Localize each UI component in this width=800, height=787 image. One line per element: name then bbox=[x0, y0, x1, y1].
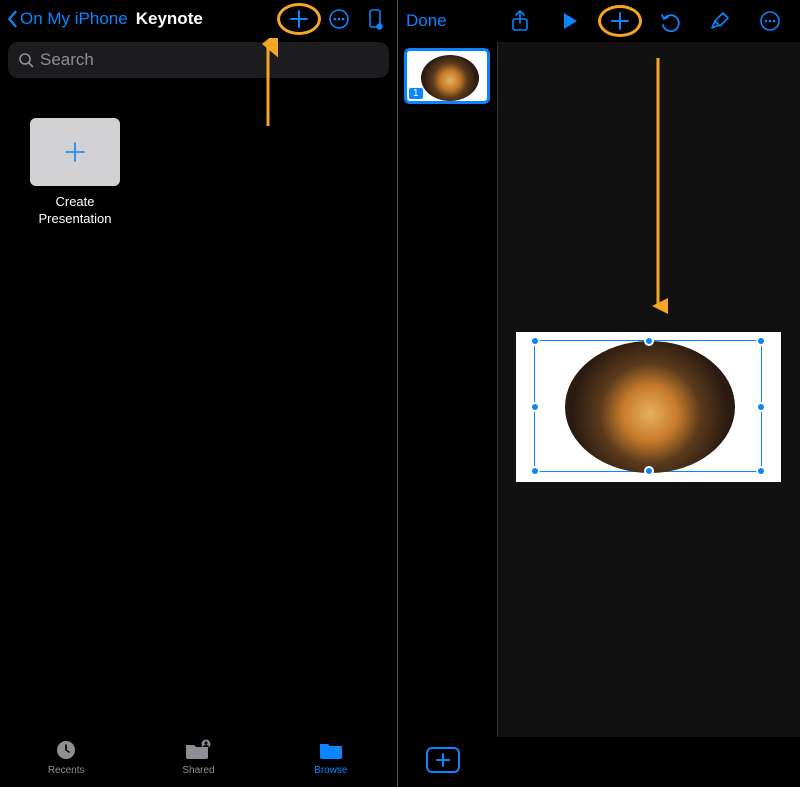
format-brush-button[interactable] bbox=[698, 3, 742, 39]
editor-body: 1 bbox=[398, 42, 800, 737]
more-button[interactable] bbox=[748, 3, 792, 39]
plus-icon bbox=[288, 8, 310, 30]
folder-icon bbox=[318, 739, 344, 761]
insert-button[interactable] bbox=[598, 3, 642, 39]
resize-handle[interactable] bbox=[756, 336, 766, 346]
bottom-toolbar bbox=[398, 737, 460, 783]
resize-handle[interactable] bbox=[756, 402, 766, 412]
play-icon bbox=[561, 11, 579, 31]
more-options-button[interactable] bbox=[319, 1, 359, 37]
tab-label: Browse bbox=[314, 765, 347, 776]
clock-icon bbox=[54, 738, 78, 762]
search-placeholder: Search bbox=[40, 50, 94, 70]
paintbrush-icon bbox=[709, 10, 731, 32]
tab-shared[interactable]: Shared bbox=[158, 737, 238, 776]
add-slide-button[interactable] bbox=[426, 747, 460, 773]
back-button[interactable]: On My iPhone bbox=[6, 9, 128, 29]
tab-recents[interactable]: Recents bbox=[26, 737, 106, 776]
create-label: Create Presentation bbox=[30, 194, 120, 228]
document-grid: Create Presentation bbox=[0, 78, 397, 228]
share-button[interactable] bbox=[498, 3, 542, 39]
create-box-icon bbox=[30, 118, 120, 186]
create-presentation-tile[interactable]: Create Presentation bbox=[30, 118, 120, 228]
resize-handle[interactable] bbox=[530, 402, 540, 412]
plus-icon bbox=[436, 753, 450, 767]
file-browser-pane: On My iPhone Keynote Search bbox=[0, 0, 398, 787]
slide-navigator[interactable]: 1 bbox=[398, 42, 498, 737]
tab-label: Shared bbox=[182, 765, 214, 776]
resize-handle[interactable] bbox=[530, 466, 540, 476]
thumbnail-image bbox=[421, 55, 479, 101]
search-wrap: Search bbox=[0, 38, 397, 78]
slide-canvas[interactable] bbox=[498, 42, 800, 737]
right-header: Done bbox=[398, 0, 800, 42]
tab-label: Recents bbox=[48, 765, 85, 776]
play-button[interactable] bbox=[548, 3, 592, 39]
left-header: On My iPhone Keynote bbox=[0, 0, 397, 38]
slide[interactable] bbox=[516, 332, 781, 482]
device-sync-button[interactable] bbox=[359, 1, 391, 37]
resize-handle[interactable] bbox=[530, 336, 540, 346]
plus-icon bbox=[61, 138, 89, 166]
done-button[interactable]: Done bbox=[406, 11, 447, 31]
chevron-left-icon bbox=[6, 10, 18, 28]
inserted-image[interactable] bbox=[565, 341, 735, 473]
page-title: Keynote bbox=[136, 9, 203, 29]
resize-handle[interactable] bbox=[644, 336, 654, 346]
device-icon bbox=[365, 8, 385, 30]
slide-thumbnail[interactable]: 1 bbox=[404, 48, 490, 104]
search-input[interactable]: Search bbox=[8, 42, 389, 78]
create-document-button[interactable] bbox=[279, 1, 319, 37]
tab-browse[interactable]: Browse bbox=[291, 737, 371, 776]
selected-object[interactable] bbox=[534, 340, 762, 472]
resize-handle[interactable] bbox=[756, 466, 766, 476]
back-label: On My iPhone bbox=[20, 9, 128, 29]
resize-handle[interactable] bbox=[644, 466, 654, 476]
undo-button[interactable] bbox=[648, 3, 692, 39]
editor-pane: Done bbox=[398, 0, 800, 787]
shared-folder-icon bbox=[184, 739, 212, 761]
ellipsis-circle-icon bbox=[328, 8, 350, 30]
slide-number-badge: 1 bbox=[409, 88, 423, 99]
bottom-tab-bar: Recents Shared Browse bbox=[0, 729, 397, 787]
ellipsis-circle-icon bbox=[759, 10, 781, 32]
undo-icon bbox=[659, 10, 681, 32]
search-icon bbox=[18, 52, 34, 68]
plus-icon bbox=[609, 10, 631, 32]
share-icon bbox=[510, 9, 530, 33]
